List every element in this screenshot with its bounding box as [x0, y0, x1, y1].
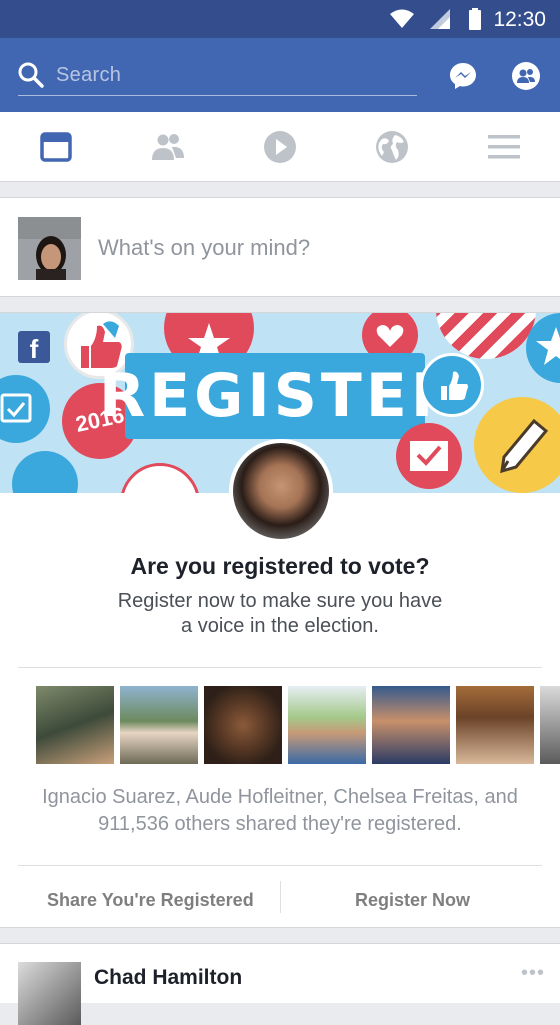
- checks-badge-icon: [120, 463, 200, 493]
- friend-photo[interactable]: [120, 686, 198, 764]
- voter-registration-card: f 2016 REGISTER Are you registered to vo…: [0, 312, 560, 928]
- tab-bar: [0, 112, 560, 182]
- profile-picture: [229, 439, 333, 543]
- menu-icon[interactable]: [486, 130, 522, 164]
- friend-photo[interactable]: [540, 686, 560, 764]
- clock: 12:30: [493, 8, 546, 31]
- divider: [18, 667, 542, 668]
- share-registered-button[interactable]: Share You're Registered: [47, 890, 254, 911]
- search-input[interactable]: Search: [18, 58, 417, 96]
- register-now-button[interactable]: Register Now: [355, 890, 470, 911]
- hands-badge-icon: [12, 451, 78, 493]
- card-title: Are you registered to vote?: [130, 553, 430, 579]
- avatar[interactable]: [18, 962, 81, 1025]
- divider: [18, 865, 542, 866]
- search-placeholder: Search: [56, 64, 122, 86]
- pencil-badge-icon: [474, 397, 560, 493]
- search-icon: [18, 62, 44, 88]
- friends-icon[interactable]: [511, 61, 541, 91]
- card-subtitle: Register now to make sure you have a voi…: [100, 589, 460, 639]
- friend-photo[interactable]: [204, 686, 282, 764]
- top-bar: Search: [0, 38, 560, 112]
- shared-line-1: Ignacio Suarez, Aude Hofleitner, Chelsea…: [42, 786, 518, 808]
- battery-icon: [469, 8, 481, 30]
- friend-photo[interactable]: [456, 686, 534, 764]
- status-bar: 12:30: [0, 0, 560, 38]
- action-separator: [280, 881, 281, 913]
- facebook-logo-icon: f: [18, 331, 50, 364]
- shared-line-2: 911,536 others shared they're registered…: [98, 813, 462, 835]
- status-composer[interactable]: What's on your mind?: [0, 197, 560, 297]
- shared-registered-text: Ignacio Suarez, Aude Hofleitner, Chelsea…: [24, 784, 536, 838]
- post-author[interactable]: Chad Hamilton: [94, 966, 242, 990]
- friend-photo[interactable]: [36, 686, 114, 764]
- ballot-badge-icon: [396, 423, 462, 489]
- friend-photo[interactable]: [288, 686, 366, 764]
- more-options-icon[interactable]: •••: [521, 962, 545, 985]
- friend-photo[interactable]: [372, 686, 450, 764]
- avatar: [18, 217, 81, 280]
- play-icon[interactable]: [262, 130, 298, 164]
- post-header: Chad Hamilton •••: [0, 943, 560, 1025]
- messenger-icon[interactable]: [448, 61, 478, 91]
- news-feed-icon[interactable]: [38, 130, 74, 164]
- globe-icon[interactable]: [374, 130, 410, 164]
- friends-tab-icon[interactable]: [150, 130, 186, 164]
- signal-icon: [430, 9, 450, 29]
- wifi-icon: [390, 9, 414, 28]
- card-subtitle-line-2: a voice in the election.: [181, 615, 379, 637]
- composer-prompt: What's on your mind?: [98, 235, 311, 260]
- card-subtitle-line-1: Register now to make sure you have: [117, 590, 443, 612]
